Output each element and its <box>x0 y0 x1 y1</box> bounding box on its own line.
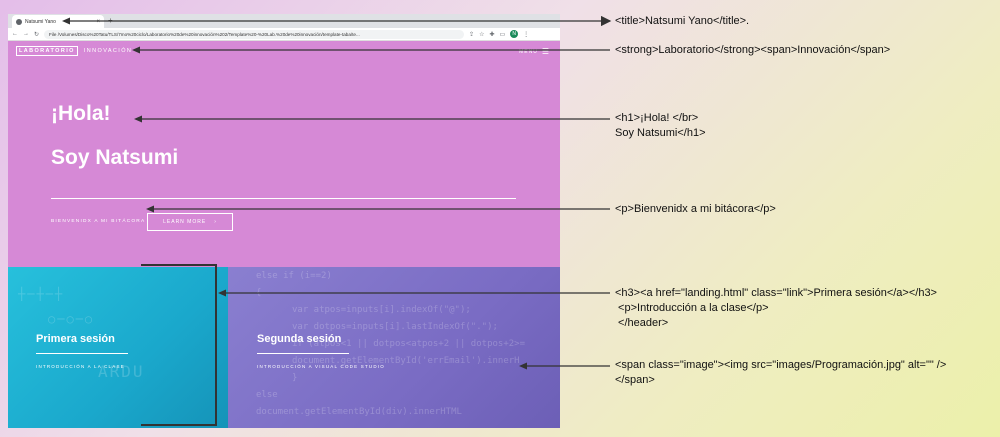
annotation-img-line1: <span class="image"><img src="images/Pro… <box>615 359 947 371</box>
annotation-img-line2: </span> <box>615 374 655 386</box>
annotation-p: <p>Bienvenidx a mi bitácora</p> <box>615 203 776 215</box>
arrowhead-brand <box>132 46 140 54</box>
arrowhead-p <box>146 205 154 213</box>
arrowhead-h3 <box>218 289 226 297</box>
annotation-h3-line1: <h3><a href="landing.html" class="link">… <box>615 287 937 299</box>
annotation-h1-line2: Soy Natsumi</h1> <box>615 127 706 139</box>
annotation-brand: <strong>Laboratorio</strong><span>Innova… <box>615 44 891 56</box>
annotation-h1-line1: <h1>¡Hola! </br> <box>615 112 699 124</box>
arrowhead-title <box>62 17 70 25</box>
annotation-h3-line2: <p>Introducción a la clase</p> <box>615 302 769 314</box>
arrowhead-h1 <box>134 115 142 123</box>
annotation-h3-line3: </header> <box>615 317 669 329</box>
annotation-title: <title>Natsumi Yano</title>. <box>615 15 750 27</box>
arrowhead-img <box>519 362 527 370</box>
